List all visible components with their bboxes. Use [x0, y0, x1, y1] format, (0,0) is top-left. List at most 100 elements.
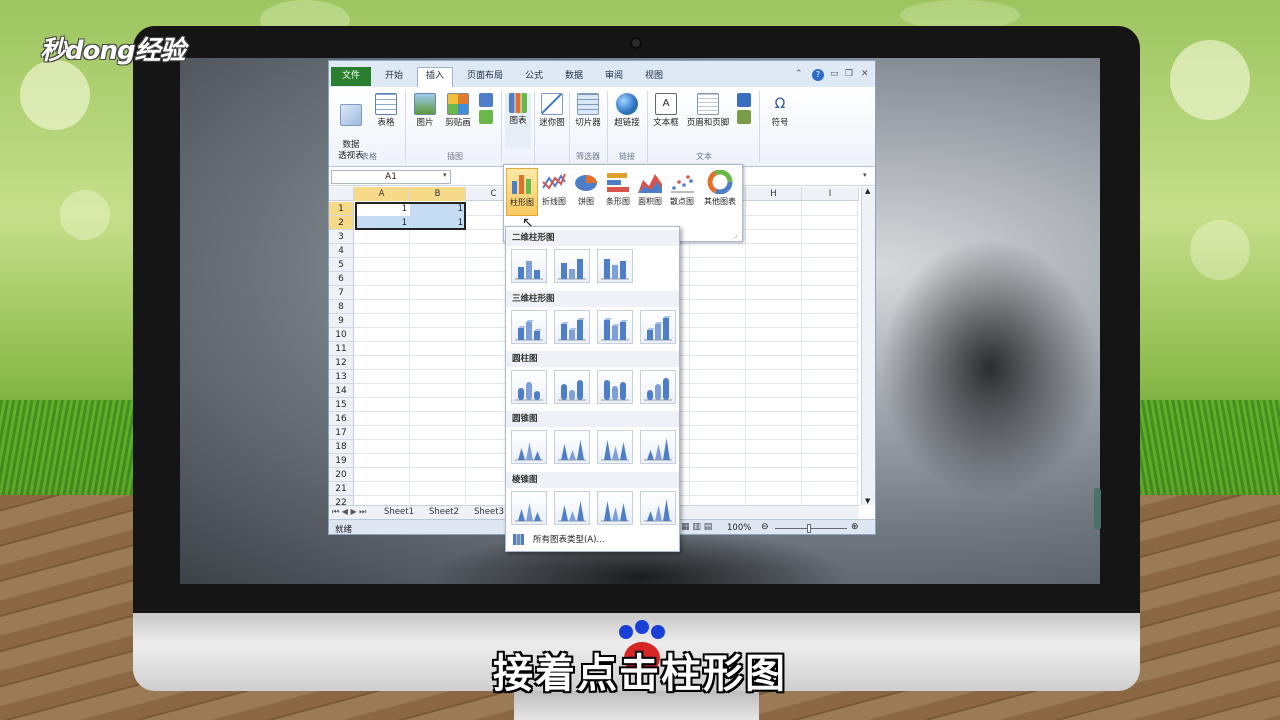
textbox-button[interactable]: A 文本框 — [651, 93, 681, 129]
col-header-i[interactable]: I — [802, 187, 859, 201]
row-header-18[interactable]: 18 — [329, 440, 354, 454]
row-header-13[interactable]: 13 — [329, 370, 354, 384]
row-header-8[interactable]: 8 — [329, 300, 354, 314]
row-header-17[interactable]: 17 — [329, 426, 354, 440]
help-icon[interactable]: ? — [812, 69, 824, 81]
chart-subtype-cone-2[interactable] — [554, 430, 590, 464]
shapes-button[interactable] — [477, 93, 495, 127]
chart-subtype-column-2[interactable] — [554, 249, 590, 283]
row-header-16[interactable]: 16 — [329, 412, 354, 426]
view-normal-icon[interactable]: ▦ ▥ ▤ — [681, 522, 712, 532]
chart-subtype-column3d-1[interactable] — [511, 310, 547, 344]
tab-data[interactable]: 数据 — [559, 68, 589, 87]
zoom-slider-thumb[interactable] — [807, 524, 811, 533]
sheet-tab-1[interactable]: Sheet1 — [384, 507, 414, 517]
symbol-button[interactable]: Ω 符号 — [765, 93, 795, 129]
chart-type-bar[interactable]: 条形图 — [602, 168, 634, 207]
chart-subtype-pyramid-4[interactable] — [640, 491, 676, 525]
minimize-ribbon-icon[interactable]: ⌃ — [795, 69, 803, 79]
chart-type-other[interactable]: 其他图表 — [700, 168, 740, 207]
close-icon[interactable]: ✕ — [861, 69, 869, 79]
chart-subtype-cylinder-4[interactable] — [640, 370, 676, 404]
row-header-12[interactable]: 12 — [329, 356, 354, 370]
chart-type-area[interactable]: 面积图 — [634, 168, 666, 207]
col-header-a[interactable]: A — [354, 187, 410, 201]
sheet-nav-icon[interactable]: ⏮ ◀ ▶ ⏭ — [332, 507, 366, 517]
chart-subtype-cone-1[interactable] — [511, 430, 547, 464]
chart-type-pie[interactable]: 饼图 — [570, 168, 602, 207]
chevron-down-icon[interactable]: ▾ — [443, 171, 447, 179]
row-header-11[interactable]: 11 — [329, 342, 354, 356]
minimize-icon[interactable]: ▭ — [830, 69, 839, 79]
row-header-10[interactable]: 10 — [329, 328, 354, 342]
restore-icon[interactable]: ❐ — [845, 69, 853, 79]
chart-subtype-pyramid-1[interactable] — [511, 491, 547, 525]
col-header-b[interactable]: B — [410, 187, 466, 201]
zoom-out-icon[interactable]: ⊖ — [761, 522, 769, 532]
clip-art-button[interactable]: 剪贴画 — [441, 93, 475, 129]
table-button[interactable]: 表格 — [371, 93, 401, 129]
sheet-tab-3[interactable]: Sheet3 — [474, 507, 504, 517]
sheet-tab-2[interactable]: Sheet2 — [429, 507, 459, 517]
zoom-level[interactable]: 100% — [727, 523, 751, 533]
tab-insert[interactable]: 插入 — [417, 67, 453, 88]
chart-subtype-cone-3[interactable] — [597, 430, 633, 464]
slicer-button[interactable]: 切片器 — [573, 93, 603, 129]
chart-subtype-column3d-3[interactable] — [597, 310, 633, 344]
scroll-up-icon[interactable]: ▲ — [865, 187, 870, 195]
row-header-2[interactable]: 2 — [329, 216, 354, 230]
select-all-corner[interactable] — [329, 187, 354, 201]
chart-subtype-column3d-2[interactable] — [554, 310, 590, 344]
chart-subtype-cylinder-2[interactable] — [554, 370, 590, 404]
hyperlink-button[interactable]: 超链接 — [611, 93, 643, 129]
tab-page-layout[interactable]: 页面布局 — [461, 68, 509, 87]
cell-a2[interactable]: 1 — [354, 216, 410, 230]
chart-type-line[interactable]: 折线图 — [538, 168, 570, 207]
tab-home[interactable]: 开始 — [379, 68, 409, 87]
all-chart-types-link[interactable]: 所有图表类型(A)... — [506, 530, 679, 550]
sparkline-button[interactable]: 迷你图 — [537, 93, 567, 129]
zoom-slider[interactable] — [775, 528, 847, 529]
col-header-h[interactable]: H — [746, 187, 802, 201]
name-box[interactable]: A1 — [331, 170, 451, 184]
chart-subtype-cone-4[interactable] — [640, 430, 676, 464]
chart-type-column[interactable]: 柱形图 — [506, 168, 538, 216]
tab-view[interactable]: 视图 — [639, 68, 669, 87]
cell-a1[interactable]: 1 — [354, 202, 410, 216]
row-header-15[interactable]: 15 — [329, 398, 354, 412]
wordart-button[interactable] — [735, 93, 753, 127]
row-header-7[interactable]: 7 — [329, 286, 354, 300]
chart-subtype-column-3[interactable] — [597, 249, 633, 283]
row-header-5[interactable]: 5 — [329, 258, 354, 272]
header-footer-button[interactable]: 页眉和页脚 — [683, 93, 733, 129]
scroll-down-icon[interactable]: ▼ — [865, 497, 870, 505]
tab-file[interactable]: 文件 — [331, 67, 371, 86]
row-header-3[interactable]: 3 — [329, 230, 354, 244]
row-header-20[interactable]: 20 — [329, 468, 354, 482]
dialog-launcher-icon[interactable]: ⌟ — [734, 231, 737, 239]
picture-button[interactable]: 图片 — [411, 93, 439, 129]
chart-subtype-column3d-4[interactable] — [640, 310, 676, 344]
expand-formula-icon[interactable]: ▾ — [863, 171, 867, 179]
tab-formulas[interactable]: 公式 — [519, 68, 549, 87]
row-header-14[interactable]: 14 — [329, 384, 354, 398]
chart-subtype-cylinder-1[interactable] — [511, 370, 547, 404]
chart-subtype-cylinder-3[interactable] — [597, 370, 633, 404]
row-header-6[interactable]: 6 — [329, 272, 354, 286]
cell-b2[interactable]: 1 — [410, 216, 466, 230]
chart-button[interactable]: 图表 — [505, 93, 531, 149]
row-header-19[interactable]: 19 — [329, 454, 354, 468]
chart-subtype-column-1[interactable] — [511, 249, 547, 283]
cell-b1[interactable]: 1 — [410, 202, 466, 216]
row-header-21[interactable]: 21 — [329, 482, 354, 496]
zoom-in-icon[interactable]: ⊕ — [851, 522, 859, 532]
tab-review[interactable]: 审阅 — [599, 68, 629, 87]
chart-subtype-pyramid-2[interactable] — [554, 491, 590, 525]
smartart-icon — [479, 110, 493, 124]
chart-type-scatter[interactable]: 散点图 — [666, 168, 698, 207]
chart-subtype-pyramid-3[interactable] — [597, 491, 633, 525]
vertical-scrollbar[interactable]: ▲ ▼ — [861, 187, 875, 505]
row-header-1[interactable]: 1 — [329, 202, 354, 216]
row-header-9[interactable]: 9 — [329, 314, 354, 328]
row-header-4[interactable]: 4 — [329, 244, 354, 258]
